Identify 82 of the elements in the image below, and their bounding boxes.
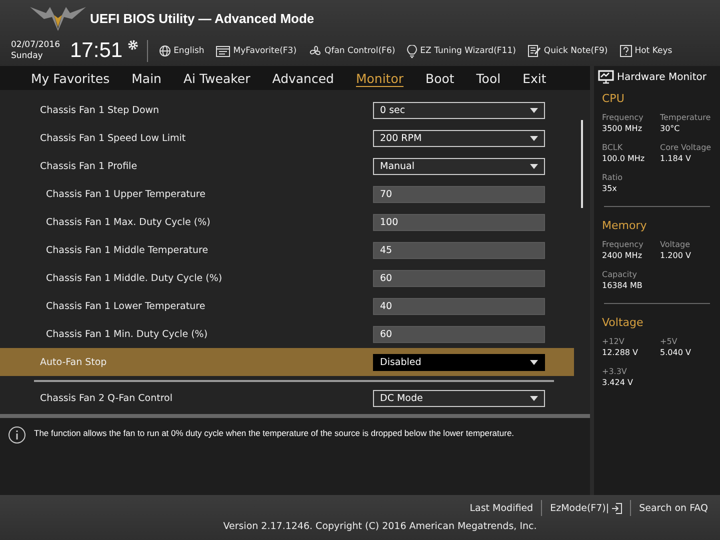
menu-tab[interactable]: Exit (512, 68, 558, 88)
reading-value: 1.200 V (660, 251, 692, 260)
setting-label: Chassis Fan 1 Upper Temperature (46, 188, 206, 200)
footer-link[interactable]: Search on FAQ (631, 502, 716, 514)
setting-row[interactable]: Chassis Fan 1 Min. Duty Cycle (%) 60 (0, 320, 574, 348)
day-text: Sunday (11, 51, 44, 62)
setting-label: Chassis Fan 1 Middle Temperature (46, 244, 208, 256)
clock-time: 17:51 (70, 39, 123, 63)
reading-label: Frequency (602, 240, 644, 249)
date-text: 02/07/2016 (11, 40, 60, 51)
value-field[interactable]: 60 (373, 270, 545, 286)
value-field[interactable]: 40 (373, 298, 545, 314)
setting-row[interactable]: Chassis Fan 1 Profile Manual (0, 152, 574, 180)
setting-row[interactable]: Chassis Fan 1 Lower Temperature 40 (0, 292, 574, 320)
value-field[interactable]: 45 (373, 242, 545, 258)
toolbar-button[interactable]: Quick Note(F9) (524, 45, 611, 57)
panel-title: Hardware Monitor (617, 72, 706, 82)
setting-row[interactable]: Chassis Fan 1 Max. Duty Cycle (%) 100 (0, 208, 574, 236)
reading-value: 12.288 V (602, 348, 640, 357)
menu-tab[interactable]: Tool (465, 68, 512, 88)
dropdown-field[interactable]: Manual (373, 158, 545, 174)
reading-value: 3500 MHz (602, 124, 644, 133)
reading-value: 35x (602, 184, 618, 193)
reading-label: Frequency (602, 113, 644, 122)
setting-row[interactable]: Chassis Fan 2 Q-Fan Control DC Mode (0, 384, 574, 412)
toolbar-button[interactable]: MyFavorite(F3) (213, 46, 300, 56)
setting-label: Chassis Fan 1 Middle. Duty Cycle (%) (46, 272, 222, 284)
menu-tab[interactable]: Monitor (344, 68, 415, 88)
setting-label: Chassis Fan 1 Max. Duty Cycle (%) (46, 216, 210, 228)
setting-label: Chassis Fan 1 Lower Temperature (46, 300, 206, 312)
version-text: Version 2.17.1246. Copyright (C) 2016 American Megatrends, Inc. (222, 521, 537, 532)
setting-row[interactable]: Auto-Fan Stop Disabled (0, 348, 574, 376)
setting-row[interactable]: Chassis Fan 1 Middle. Duty Cycle (%) 60 (0, 264, 574, 292)
reading-value: 3.424 V (602, 378, 634, 387)
dropdown-field[interactable]: Disabled (373, 354, 545, 370)
toolbar-button[interactable]: Hot Keys (616, 45, 676, 57)
setting-label: Chassis Fan 1 Step Down (40, 104, 160, 116)
reading-value: 16384 MB (602, 281, 644, 290)
reading-value: 100.0 MHz (602, 154, 646, 163)
group-heading: CPU (602, 92, 626, 105)
setting-label: Chassis Fan 1 Profile (40, 160, 138, 172)
reading-label: BCLK (602, 143, 624, 152)
group-heading: Memory (602, 219, 648, 232)
reading-label: Ratio (602, 173, 624, 182)
value-field[interactable]: 100 (373, 214, 545, 230)
toolbar-button[interactable]: Qfan Control(F6) (306, 44, 398, 58)
reading-label: Capacity (602, 270, 638, 279)
reading-label: Voltage (660, 240, 692, 249)
group-heading: Voltage (602, 316, 644, 329)
reading-label: Core Voltage (660, 143, 712, 152)
menu-tab[interactable]: My Favorites (20, 68, 121, 88)
menu-tab[interactable]: Boot (414, 68, 466, 88)
setting-row[interactable]: Chassis Fan 1 Speed Low Limit 200 RPM (0, 124, 574, 152)
setting-row[interactable]: Chassis Fan 1 Step Down 0 sec (0, 96, 574, 124)
reading-value: 2400 MHz (602, 251, 644, 260)
setting-label: Auto-Fan Stop (40, 356, 107, 368)
reading-label: +5V (660, 337, 678, 346)
reading-label: +3.3V (602, 367, 628, 376)
setting-row[interactable]: Chassis Fan 1 Middle Temperature 45 (0, 236, 574, 264)
window-title: UEFI BIOS Utility — Advanced Mode (90, 10, 314, 26)
value-field[interactable]: 60 (373, 326, 545, 342)
setting-label: Chassis Fan 2 Q-Fan Control (40, 392, 172, 404)
reading-value: 30°C (660, 124, 681, 133)
toolbar-button[interactable]: English (156, 45, 208, 57)
setting-label: Chassis Fan 1 Speed Low Limit (40, 132, 186, 144)
setting-label: Chassis Fan 1 Min. Duty Cycle (%) (46, 328, 208, 340)
dropdown-field[interactable]: 0 sec (373, 102, 545, 118)
toolbar-button[interactable]: EZ Tuning Wizard(F11) (404, 44, 519, 58)
setting-row[interactable]: Chassis Fan 1 Upper Temperature 70 (0, 180, 574, 208)
dropdown-field[interactable]: DC Mode (373, 390, 545, 406)
reading-label: +12V (602, 337, 626, 346)
footer-link[interactable]: EzMode(F7)| (542, 502, 630, 514)
reading-label: Temperature (660, 113, 712, 122)
dropdown-field[interactable]: 200 RPM (373, 130, 545, 146)
value-field[interactable]: 70 (373, 186, 545, 202)
reading-value: 5.040 V (660, 348, 692, 357)
help-text: The function allows the fan to run at 0% duty cycle when the temperature of the source is dropped below the lower temperature. (34, 428, 514, 438)
menu-tab[interactable]: Ai Tweaker (172, 68, 262, 88)
menu-tab[interactable]: Main (120, 68, 172, 88)
menu-tab[interactable]: Advanced (261, 68, 345, 88)
reading-value: 1.184 V (660, 154, 692, 163)
footer-link[interactable]: Last Modified (462, 502, 542, 514)
